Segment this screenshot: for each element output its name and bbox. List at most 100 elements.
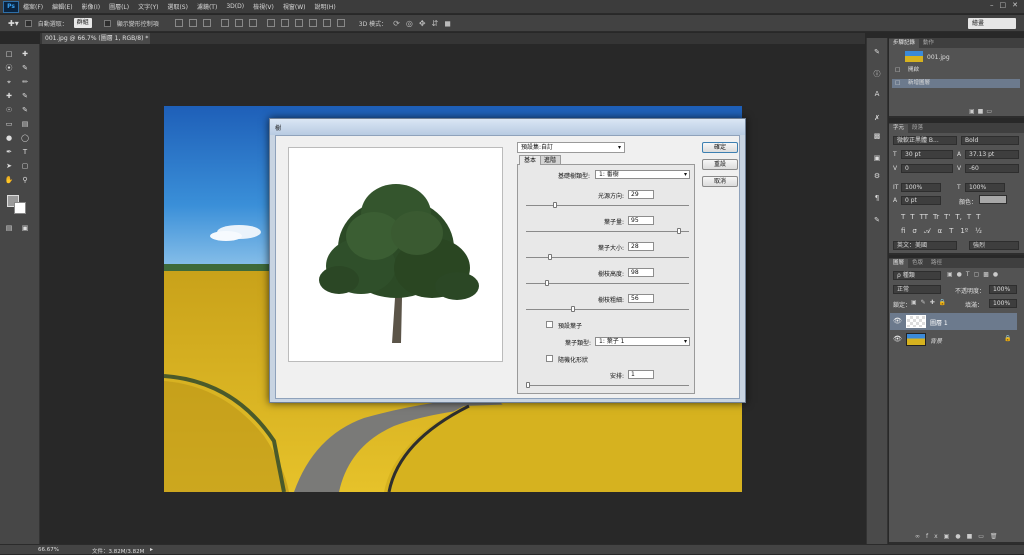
language-dropdown[interactable]: 英文：美國 (893, 241, 957, 250)
menu-type[interactable]: 文字(Y) (138, 2, 158, 11)
menu-file[interactable]: 檔案(F) (23, 2, 43, 11)
leading-field[interactable]: 37.13 pt (965, 150, 1019, 159)
3d-panel-icon[interactable]: ▣ (872, 154, 882, 163)
blend-mode-dropdown[interactable]: 正常 (893, 285, 941, 294)
rotate-3d-icon[interactable]: ⟳ (393, 19, 400, 28)
subscript-button[interactable]: T, (955, 213, 962, 221)
roll-3d-icon[interactable]: ◎ (406, 19, 413, 28)
tab-channels[interactable]: 色版 (908, 259, 927, 268)
param-slider-knob[interactable] (545, 280, 550, 286)
baseline-field[interactable]: 0 pt (901, 196, 941, 205)
superscript-button[interactable]: T' (944, 213, 950, 221)
all-caps-button[interactable]: TT (920, 213, 928, 221)
history-snapshot-label[interactable]: 001.jpg (927, 54, 950, 61)
type-tool-icon[interactable]: T (20, 148, 30, 157)
distribute-top-icon[interactable] (266, 19, 275, 27)
align-center-icon[interactable] (234, 19, 243, 27)
auto-select-checkbox[interactable] (24, 19, 32, 27)
path-select-icon[interactable]: ➤ (4, 162, 14, 171)
seed-slider[interactable] (526, 382, 689, 388)
antialias-dropdown[interactable]: 強烈 (969, 241, 1019, 250)
crop-tool-icon[interactable]: ⌖ (4, 78, 14, 87)
gradient-tool-icon[interactable]: ▤ (20, 120, 30, 129)
underline-button[interactable]: T (967, 213, 971, 221)
properties-panel-icon[interactable]: ⚙ (872, 172, 882, 181)
visibility-eye-icon[interactable]: 👁 (893, 317, 902, 325)
faux-italic-button[interactable]: T (910, 213, 914, 221)
cancel-button[interactable]: 取消 (702, 176, 738, 187)
font-size-field[interactable]: 30 pt (901, 150, 953, 159)
param-slider[interactable] (526, 254, 689, 260)
paragraph-panel-icon[interactable]: ¶ (872, 194, 882, 203)
distribute-bottom-icon[interactable] (294, 19, 303, 27)
status-arrow-icon[interactable]: ▸ (150, 546, 153, 553)
param-input[interactable]: 98 (628, 268, 654, 277)
seed-input[interactable]: 1 (628, 370, 654, 379)
tab-basic[interactable]: 基本 (519, 155, 542, 165)
tab-paths[interactable]: 路徑 (927, 259, 946, 268)
fractions-button[interactable]: ½ (975, 227, 982, 236)
swash-button[interactable]: 𝒜 (924, 227, 931, 236)
eraser-tool-icon[interactable]: ▭ (4, 120, 14, 129)
param-input[interactable]: 28 (628, 242, 654, 251)
opacity-field[interactable]: 100% (989, 285, 1017, 294)
slide-3d-icon[interactable]: ⇵ (432, 19, 439, 28)
leaf-type-dropdown[interactable]: 1: 葉子 1 ▾ (595, 337, 690, 346)
history-brush-icon[interactable]: ✎ (20, 106, 30, 115)
ligature-button[interactable]: fi (901, 227, 905, 236)
menu-3d[interactable]: 3D(D) (226, 3, 244, 10)
quick-select-icon[interactable]: ✎ (20, 64, 30, 73)
minimize-icon[interactable]: – (990, 1, 994, 9)
scale-3d-icon[interactable]: ◼ (444, 19, 451, 28)
zoom-tool-icon[interactable]: ⚲ (20, 176, 30, 185)
param-slider[interactable] (526, 202, 689, 208)
align-bottom-icon[interactable] (202, 19, 211, 27)
tools-panel-icon[interactable]: ✗ (872, 114, 882, 123)
alternates-button[interactable]: α (937, 227, 942, 236)
tab-advanced[interactable]: 進階 (539, 155, 562, 164)
shape-tool-icon[interactable]: ▢ (20, 162, 30, 171)
strikethrough-button[interactable]: T (976, 213, 980, 221)
menu-image[interactable]: 影像(I) (82, 2, 100, 11)
param-input[interactable]: 95 (628, 216, 654, 225)
maximize-icon[interactable]: □ (1000, 1, 1007, 9)
font-family-dropdown[interactable]: 微軟正黑體 B... (893, 136, 957, 145)
show-transform-checkbox[interactable] (103, 19, 111, 27)
hand-tool-icon[interactable]: ✋ (4, 176, 14, 185)
distribute-center-icon[interactable] (322, 19, 331, 27)
menu-layer[interactable]: 圖層(L) (109, 2, 129, 11)
ordinals-button[interactable]: 1º (960, 227, 968, 236)
brush-tool-icon[interactable]: ✎ (20, 92, 30, 101)
move-tool-icon-2[interactable]: ✚ (20, 50, 30, 59)
preset-dropdown[interactable]: 預設集:自訂 ▾ (517, 142, 625, 153)
layer-row-active[interactable]: 👁 圖層 1 (890, 313, 1017, 330)
param-slider-knob[interactable] (570, 306, 575, 312)
seed-slider-knob[interactable] (526, 382, 530, 388)
menu-window[interactable]: 視窗(W) (283, 2, 306, 11)
info-panel-icon[interactable]: ⓘ (872, 70, 882, 79)
titling-button[interactable]: T (949, 227, 953, 236)
history-panel-icon[interactable]: ✎ (872, 48, 882, 57)
align-right-icon[interactable] (248, 19, 257, 27)
healing-brush-icon[interactable]: ✚ (4, 92, 14, 101)
menu-filter[interactable]: 濾鏡(T) (197, 2, 217, 11)
quick-mask-icon[interactable]: ▣ (20, 224, 30, 233)
character-panel-icon[interactable]: A (872, 90, 882, 99)
workspace-dropdown[interactable]: 繪畫 (968, 18, 1016, 29)
small-caps-button[interactable]: Tr (933, 213, 939, 221)
dodge-tool-icon[interactable]: ◯ (20, 134, 30, 143)
faux-bold-button[interactable]: T (901, 213, 905, 221)
default-leaf-checkbox[interactable] (546, 321, 553, 328)
swatches-panel-icon[interactable]: ▩ (872, 132, 882, 141)
blur-tool-icon[interactable]: ● (4, 134, 14, 143)
marquee-tool-icon[interactable]: □ (4, 50, 14, 59)
randomize-checkbox[interactable] (546, 355, 553, 362)
fill-field[interactable]: 100% (989, 299, 1017, 308)
layer-name[interactable]: 背景 (930, 336, 942, 345)
tab-history[interactable]: 步驟記錄 (889, 39, 920, 48)
hscale-field[interactable]: 100% (965, 183, 1005, 192)
lasso-tool-icon[interactable]: ⦿ (4, 64, 14, 73)
close-icon[interactable]: ✕ (1012, 1, 1018, 9)
param-input[interactable]: 29 (628, 190, 654, 199)
zoom-level[interactable]: 66.67% (38, 547, 59, 553)
